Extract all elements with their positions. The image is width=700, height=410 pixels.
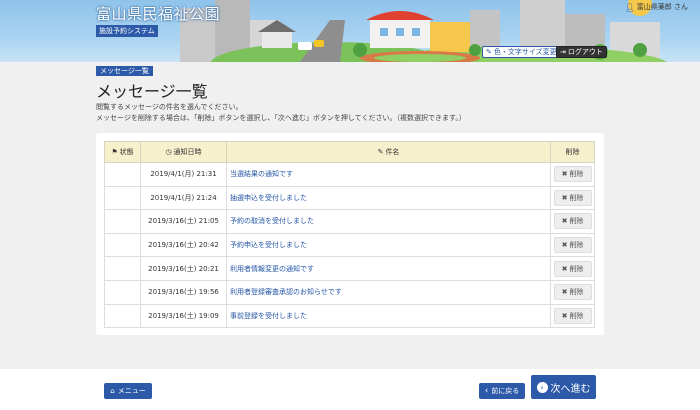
- row-subject-link[interactable]: 利用者登録審査承認のお知らせです: [226, 279, 551, 305]
- logout-icon: ⇥: [560, 48, 566, 56]
- chevron-left-icon: ‹: [484, 386, 489, 396]
- row-status: [104, 256, 141, 281]
- row-status: [104, 232, 141, 258]
- row-status: [104, 185, 141, 211]
- table-row: 2019/3/16(土) 20:42 予約申込を受付しました ✖ 削除: [104, 232, 595, 258]
- table-row: 2019/3/16(土) 19:09 事前登録を受付しました ✖ 削除: [104, 303, 595, 329]
- pencil-icon: ✎: [486, 48, 492, 56]
- times-icon: ✖: [561, 170, 568, 179]
- table-row: 2019/3/16(土) 19:56 利用者登録審査承認のお知らせです ✖ 削除: [104, 279, 595, 305]
- back-button[interactable]: ‹ 前に戻る: [479, 383, 525, 399]
- times-icon: ✖: [561, 311, 568, 320]
- message-table: ⚑ 状態 ◷ 通知日時 ✎ 件名 削除 2019/4/1(月) 21:31 当選結果の…: [104, 141, 595, 329]
- flag-icon: ⚑: [111, 148, 118, 156]
- delete-button[interactable]: ✖ 削除: [553, 189, 592, 206]
- menu-button[interactable]: ⌂ メニュー: [104, 383, 152, 399]
- row-date: 2019/3/16(土) 19:09: [140, 303, 227, 329]
- row-date: 2019/3/16(土) 19:56: [140, 279, 227, 305]
- header-delete: 削除: [550, 141, 595, 163]
- site-title: 富山県民福祉公園: [96, 5, 221, 23]
- row-status: [104, 209, 141, 234]
- row-date: 2019/4/1(月) 21:31: [140, 162, 227, 187]
- delete-button[interactable]: ✖ 削除: [553, 237, 592, 254]
- row-status: [104, 279, 141, 305]
- row-subject-link[interactable]: 抽選申込を受付しました: [226, 185, 551, 211]
- instruction-text-1: 閲覧するメッセージの件名を選んでください。: [96, 103, 243, 111]
- table-row: 2019/4/1(月) 21:24 抽選申込を受付しました ✖ 削除: [104, 185, 595, 211]
- back-label: 前に戻る: [491, 387, 520, 395]
- delete-button[interactable]: ✖ 削除: [553, 213, 592, 230]
- header-status: ⚑ 状態: [104, 141, 141, 163]
- font-color-size-button[interactable]: ✎ 色・文字サイズ変更: [482, 46, 561, 58]
- pencil-icon: ✎: [377, 148, 384, 156]
- row-subject-link[interactable]: 予約申込を受付しました: [226, 232, 551, 258]
- times-icon: ✖: [561, 241, 568, 250]
- table-row: 2019/3/16(土) 20:21 利用者情報変更の通知です ✖ 削除: [104, 256, 595, 281]
- next-button[interactable]: › 次へ進む: [531, 375, 596, 399]
- instruction-text-2: メッセージを削除する場合は、「削除」ボタンを選択し、「次へ進む」ボタンを押してく…: [96, 114, 466, 122]
- table-row: 2019/4/1(月) 21:31 当選結果の通知です ✖ 削除: [104, 162, 595, 187]
- page-title: メッセージ一覧: [96, 82, 208, 101]
- delete-button[interactable]: ✖ 削除: [553, 260, 592, 277]
- row-subject-link[interactable]: 予約の取消を受付しました: [226, 209, 551, 234]
- times-icon: ✖: [561, 264, 568, 273]
- delete-button[interactable]: ✖ 削除: [553, 284, 592, 301]
- menu-label: メニュー: [117, 387, 146, 395]
- user-icon: 👤︎: [624, 2, 635, 12]
- clock-icon: ◷: [165, 148, 172, 156]
- user-info: 👤︎ 富山県薬郎 さん: [625, 2, 688, 12]
- chevron-right-icon: ›: [536, 381, 548, 393]
- next-label: 次へ進む: [550, 383, 591, 395]
- row-date: 2019/3/16(土) 20:42: [140, 232, 227, 258]
- site-subtitle: 施設予約システム: [96, 25, 158, 37]
- delete-button[interactable]: ✖ 削除: [553, 166, 592, 183]
- font-color-size-label: 色・文字サイズ変更: [493, 48, 557, 56]
- home-icon: ⌂: [110, 387, 115, 395]
- row-subject-link[interactable]: 利用者情報変更の通知です: [226, 256, 551, 281]
- header-subject: ✎ 件名: [226, 141, 551, 163]
- header-date: ◷ 通知日時: [140, 141, 227, 163]
- row-subject-link[interactable]: 当選結果の通知です: [226, 162, 551, 187]
- table-row: 2019/3/16(土) 21:05 予約の取消を受付しました ✖ 削除: [104, 209, 595, 234]
- row-status: [104, 162, 141, 187]
- times-icon: ✖: [561, 217, 568, 226]
- row-status: [104, 303, 141, 329]
- logout-button[interactable]: ⇥ ログアウト: [556, 46, 607, 58]
- logout-label: ログアウト: [567, 48, 603, 56]
- user-name: 富山県薬郎 さん: [636, 3, 688, 11]
- header-banner: 富山県民福祉公園 施設予約システム 👤︎ 富山県薬郎 さん ✎ 色・文字サイズ変…: [0, 0, 700, 62]
- message-list-card: ⚑ 状態 ◷ 通知日時 ✎ 件名 削除 2019/4/1(月) 21:31 当選結果の…: [96, 133, 604, 335]
- row-date: 2019/3/16(土) 20:21: [140, 256, 227, 281]
- breadcrumb: メッセージ一覧: [96, 66, 153, 76]
- times-icon: ✖: [561, 288, 568, 297]
- times-icon: ✖: [561, 193, 568, 202]
- row-date: 2019/4/1(月) 21:24: [140, 185, 227, 211]
- row-date: 2019/3/16(土) 21:05: [140, 209, 227, 234]
- table-header-row: ⚑ 状態 ◷ 通知日時 ✎ 件名 削除: [104, 141, 595, 163]
- row-subject-link[interactable]: 事前登録を受付しました: [226, 303, 551, 329]
- delete-button[interactable]: ✖ 削除: [553, 307, 592, 324]
